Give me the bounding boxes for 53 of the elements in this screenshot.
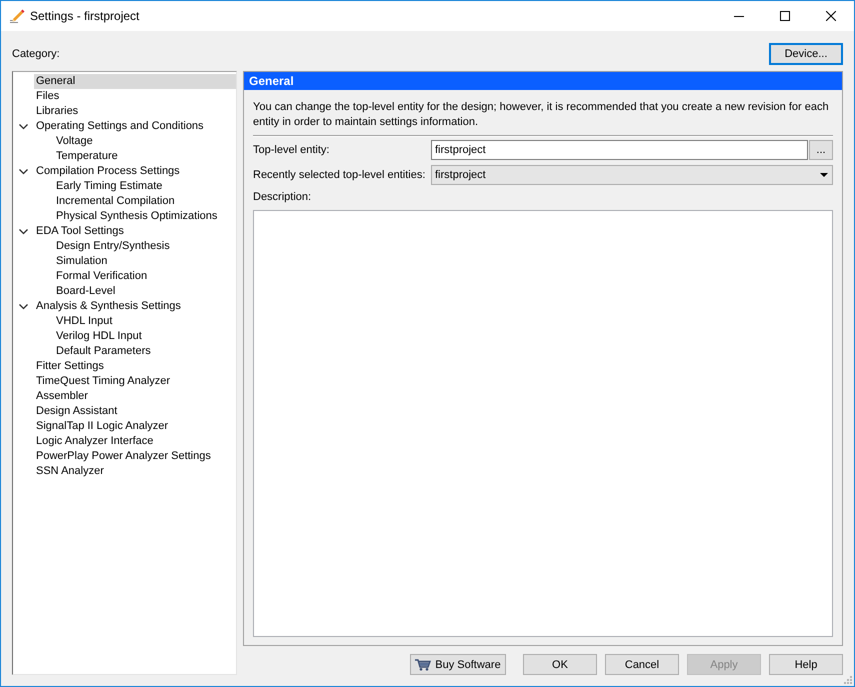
tree-item[interactable]: Libraries xyxy=(34,104,236,119)
cart-icon xyxy=(415,658,432,670)
chevron-down-icon[interactable] xyxy=(19,122,28,131)
chevron-down-icon[interactable] xyxy=(19,227,28,236)
tree-item[interactable]: Simulation xyxy=(54,254,236,269)
tree-item[interactable]: Files xyxy=(34,89,236,104)
intro-text: You can change the top-level entity for the design; however, it is recommended that you create a new revision for each entity in order to maintain settings information. xyxy=(253,100,830,130)
tree-item[interactable]: PowerPlay Power Analyzer Settings xyxy=(34,449,236,464)
tree-item[interactable]: Board-Level xyxy=(54,284,236,299)
tree-item[interactable]: Fitter Settings xyxy=(34,359,236,374)
chevron-down-icon[interactable] xyxy=(19,302,28,311)
tree-item[interactable]: Incremental Compilation xyxy=(54,194,236,209)
dialog-button[interactable]: Help xyxy=(769,654,843,675)
tree-item[interactable]: SSN Analyzer xyxy=(34,464,236,479)
tree-item[interactable]: Compilation Process Settings xyxy=(34,164,236,179)
tree-item[interactable]: Assembler xyxy=(34,389,236,404)
maximize-icon[interactable] xyxy=(780,11,790,21)
tree-item[interactable]: Design Entry/Synthesis xyxy=(54,239,236,254)
entity-dropdown[interactable]: firstproject xyxy=(431,165,833,185)
description-field[interactable] xyxy=(253,210,833,637)
field-label: Recently selected top-level entities: xyxy=(253,169,426,181)
tree-item[interactable]: Default Parameters xyxy=(54,344,236,359)
tree-item[interactable]: Physical Synthesis Optimizations xyxy=(54,209,236,224)
tree-item[interactable]: Early Timing Estimate xyxy=(54,179,236,194)
entity-input[interactable]: firstproject xyxy=(431,140,808,160)
tree-item[interactable]: EDA Tool Settings xyxy=(34,224,236,239)
browse-button[interactable]: ... xyxy=(809,140,833,160)
device-button[interactable]: Device... xyxy=(769,43,843,65)
field-label: Top-level entity: xyxy=(253,144,330,156)
tree-item[interactable]: VHDL Input xyxy=(54,314,236,329)
description-label: Description: xyxy=(253,190,312,205)
tree-item[interactable]: Design Assistant xyxy=(34,404,236,419)
window-title: Settings - firstproject xyxy=(30,9,140,23)
tree-item[interactable]: SignalTap II Logic Analyzer xyxy=(34,419,236,434)
tree-item[interactable]: Analysis & Synthesis Settings xyxy=(34,299,236,314)
tree-item[interactable]: TimeQuest Timing Analyzer xyxy=(34,374,236,389)
dialog-button[interactable]: OK xyxy=(523,654,597,675)
category-label: Category: xyxy=(12,48,60,60)
tree-item[interactable]: Voltage xyxy=(54,134,236,149)
dialog-button[interactable]: Buy Software xyxy=(410,654,506,675)
tree-item[interactable]: Formal Verification xyxy=(54,269,236,284)
chevron-down-icon[interactable] xyxy=(19,167,28,176)
tree-item[interactable]: General xyxy=(34,74,236,89)
tree-item[interactable]: Logic Analyzer Interface xyxy=(34,434,236,449)
resize-grip-icon[interactable] xyxy=(844,676,852,684)
tree-item[interactable]: Verilog HDL Input xyxy=(54,329,236,344)
tree-item[interactable]: Operating Settings and Conditions xyxy=(34,119,236,134)
close-icon[interactable] xyxy=(826,11,836,21)
panel-header: General xyxy=(244,72,842,90)
pencil-icon xyxy=(9,8,25,24)
tree-item[interactable]: Temperature xyxy=(54,149,236,164)
caret-down-icon xyxy=(820,173,828,177)
dialog-button[interactable]: Cancel xyxy=(605,654,679,675)
